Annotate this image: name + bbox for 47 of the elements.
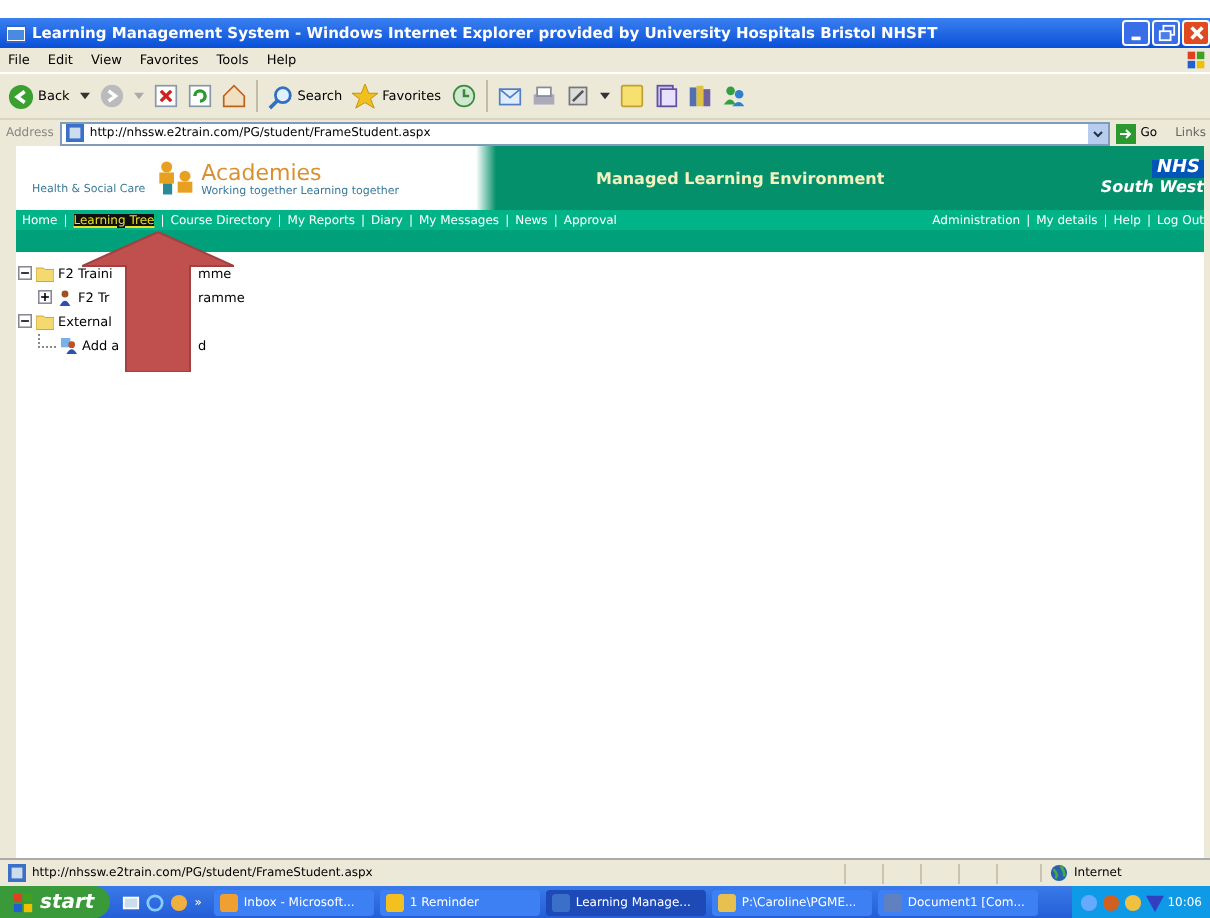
app-icon xyxy=(219,893,238,911)
edit-icon[interactable] xyxy=(565,84,589,108)
printer-icon[interactable] xyxy=(531,84,555,108)
history-icon[interactable] xyxy=(451,84,475,108)
site-title: Managed Learning Environment xyxy=(596,169,885,187)
app-icon xyxy=(883,893,902,911)
stop-icon[interactable] xyxy=(153,84,178,108)
search-icon xyxy=(267,83,294,109)
caret-icon xyxy=(599,92,609,100)
app-icon xyxy=(385,893,404,911)
expand-icon[interactable] xyxy=(38,290,52,304)
close-button[interactable] xyxy=(1182,20,1210,46)
person-icon xyxy=(56,289,74,305)
collapse-icon[interactable] xyxy=(18,314,32,328)
nhs-logo: NHS xyxy=(1152,159,1204,179)
caret-icon xyxy=(133,92,144,100)
research-icon[interactable] xyxy=(653,84,677,108)
page-icon xyxy=(65,124,84,142)
collapse-icon[interactable] xyxy=(18,266,32,280)
windows-logo-icon xyxy=(1186,50,1206,70)
forward-icon[interactable] xyxy=(99,84,124,108)
note-icon[interactable] xyxy=(619,84,643,108)
books-icon[interactable] xyxy=(687,84,711,108)
folder-icon xyxy=(36,313,54,329)
home-icon[interactable] xyxy=(221,84,246,108)
dropdown-icon[interactable] xyxy=(1088,123,1109,143)
region-label: South West xyxy=(1100,178,1204,197)
header-fade xyxy=(476,146,496,210)
people-icon[interactable] xyxy=(721,84,745,108)
globe-icon xyxy=(1050,864,1068,882)
start-button[interactable]: start xyxy=(0,886,111,918)
app-icon xyxy=(551,893,570,911)
add-person-icon xyxy=(60,337,78,353)
restore-button[interactable] xyxy=(1152,20,1180,46)
brand-name: Academies xyxy=(201,159,324,185)
minimize-button[interactable] xyxy=(1122,20,1150,46)
folder-icon xyxy=(36,265,54,281)
refresh-icon[interactable] xyxy=(187,84,212,108)
close-icon xyxy=(1187,24,1205,42)
go-arrow-icon xyxy=(1116,123,1137,143)
desktop-icon[interactable] xyxy=(122,893,141,911)
page-icon xyxy=(8,864,26,882)
windows-logo-icon xyxy=(12,891,34,913)
app-icon xyxy=(717,893,736,911)
caret-icon xyxy=(79,92,90,100)
restore-icon xyxy=(1157,24,1175,42)
star-icon xyxy=(352,83,379,109)
